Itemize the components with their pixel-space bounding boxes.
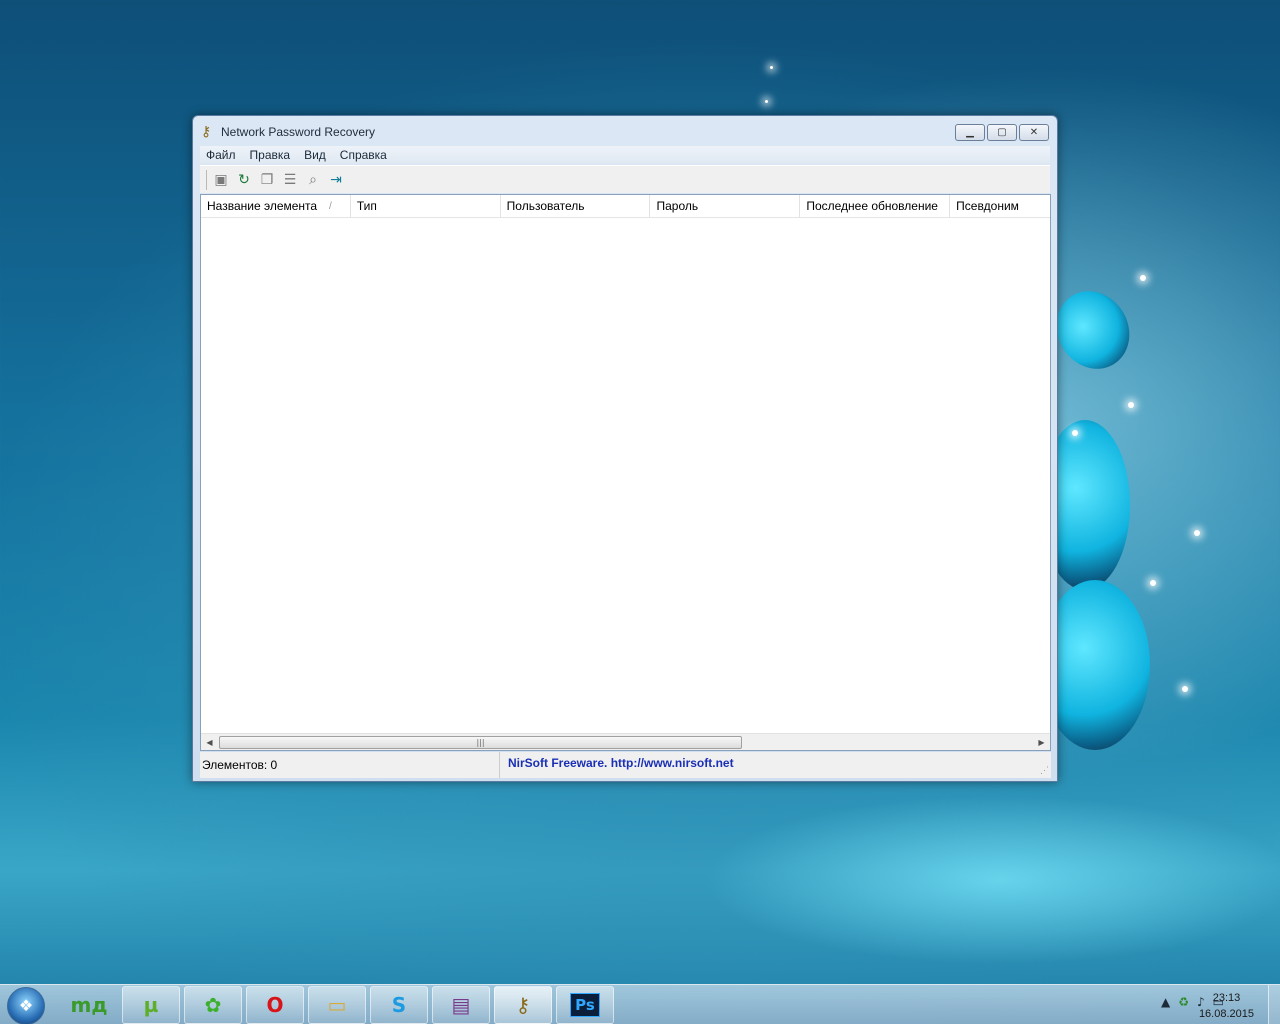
taskbar: ❖ mд µ ✿ O ▭ S ▤ ⚷ Ps ▲ ♻ ♪ ▭ 23:13 16.0… xyxy=(0,984,1280,1024)
maximize-button[interactable]: ▢ xyxy=(987,124,1017,141)
icq-flower-icon: ✿ xyxy=(204,993,222,1017)
menu-file[interactable]: Файл xyxy=(206,148,236,162)
show-desktop-button[interactable] xyxy=(1268,985,1280,1024)
network-icon[interactable]: ♻ xyxy=(1178,995,1189,1009)
sparkle-decoration xyxy=(765,100,768,103)
maximize-icon: ▢ xyxy=(997,127,1007,138)
minimize-button[interactable]: ▁ xyxy=(955,124,985,141)
clock[interactable]: 23:13 16.08.2015 xyxy=(1199,990,1254,1022)
password-list[interactable]: Название элемента / Тип Пользователь Пар… xyxy=(200,194,1051,751)
copy-icon[interactable]: ❐ xyxy=(257,170,277,190)
scroll-right-icon[interactable]: ▶ xyxy=(1033,734,1050,751)
taskbar-app-explorer[interactable]: ▭ xyxy=(308,986,366,1024)
menu-edit[interactable]: Правка xyxy=(250,148,291,162)
find-icon[interactable]: ⌕ xyxy=(303,170,323,190)
mydi-icon: mд xyxy=(70,993,108,1017)
menu-bar: Файл Правка Вид Справка xyxy=(200,146,1050,164)
folder-icon: ▭ xyxy=(327,993,347,1017)
taskbar-app-utorrent[interactable]: µ xyxy=(122,986,180,1024)
scroll-left-icon[interactable]: ◀ xyxy=(201,734,218,751)
resize-grip-icon[interactable]: ⋰ xyxy=(1040,765,1049,776)
sparkle-decoration xyxy=(1194,530,1200,536)
sparkle-decoration xyxy=(770,66,773,69)
column-header-user[interactable]: Пользователь xyxy=(501,195,651,218)
refresh-icon[interactable]: ↻ xyxy=(234,170,254,190)
menu-help[interactable]: Справка xyxy=(340,148,387,162)
taskbar-app-winrar[interactable]: ▤ xyxy=(432,986,490,1024)
keys-icon: ⚷ xyxy=(201,124,212,140)
title-bar[interactable]: ⚷ Network Password Recovery ▁ ▢ ✕ xyxy=(193,116,1057,146)
toolbar: ▣ ↻ ❐ ☰ ⌕ ⇥ xyxy=(200,165,1050,193)
scroll-thumb[interactable]: ||| xyxy=(219,736,742,749)
taskbar-app-mydi[interactable]: mд xyxy=(60,986,118,1024)
windows-logo-icon: ❖ xyxy=(18,996,34,1015)
horizontal-scrollbar[interactable]: ◀ ||| ▶ xyxy=(201,733,1050,750)
taskbar-app-skype[interactable]: S xyxy=(370,986,428,1024)
close-button[interactable]: ✕ xyxy=(1019,124,1049,141)
item-count: Элементов: 0 xyxy=(200,752,500,778)
column-header-last-update[interactable]: Последнее обновление xyxy=(800,195,951,218)
taskbar-app-network-password-recovery[interactable]: ⚷ xyxy=(494,986,552,1024)
sparkle-decoration xyxy=(1072,430,1078,436)
sort-indicator-icon: / xyxy=(329,201,332,212)
column-header-label: Название элемента xyxy=(207,199,318,213)
utorrent-icon: µ xyxy=(143,993,159,1017)
column-header-password[interactable]: Пароль xyxy=(650,195,801,218)
taskbar-app-opera[interactable]: O xyxy=(246,986,304,1024)
status-bar: Элементов: 0 NirSoft Freeware. http://ww… xyxy=(200,752,1051,778)
sparkle-decoration xyxy=(1182,686,1188,692)
caption-buttons: ▁ ▢ ✕ xyxy=(955,124,1049,141)
taskbar-app-photoshop[interactable]: Ps xyxy=(556,986,614,1024)
close-icon: ✕ xyxy=(1029,127,1039,138)
winrar-icon: ▤ xyxy=(451,993,471,1017)
nirsoft-link[interactable]: NirSoft Freeware. http://www.nirsoft.net xyxy=(500,756,734,770)
photoshop-icon: Ps xyxy=(570,993,600,1017)
minimize-icon: ▁ xyxy=(966,127,974,138)
sparkle-decoration xyxy=(1150,580,1156,586)
list-header: Название элемента / Тип Пользователь Пар… xyxy=(201,195,1050,218)
start-button[interactable]: ❖ xyxy=(7,987,45,1024)
window-title: Network Password Recovery xyxy=(221,125,376,139)
menu-view[interactable]: Вид xyxy=(304,148,326,162)
app-window: ⚷ Network Password Recovery ▁ ▢ ✕ Файл П… xyxy=(192,115,1058,782)
opera-icon: O xyxy=(266,993,284,1017)
clock-date: 16.08.2015 xyxy=(1198,1008,1254,1020)
properties-icon[interactable]: ☰ xyxy=(280,170,300,190)
toolbar-separator xyxy=(206,169,207,190)
save-icon[interactable]: ▣ xyxy=(211,170,231,190)
sparkle-decoration xyxy=(1128,402,1134,408)
show-hidden-icon[interactable]: ▲ xyxy=(1161,995,1170,1009)
taskbar-app-icq[interactable]: ✿ xyxy=(184,986,242,1024)
column-header-item-name[interactable]: Название элемента / xyxy=(201,195,351,218)
column-header-alias[interactable]: Псевдоним xyxy=(950,195,1050,218)
exit-icon[interactable]: ⇥ xyxy=(326,170,346,190)
skype-icon: S xyxy=(391,993,407,1017)
sparkle-decoration xyxy=(1140,275,1146,281)
keys-icon: ⚷ xyxy=(515,993,531,1017)
column-header-type[interactable]: Тип xyxy=(351,195,501,218)
clock-time: 23:13 xyxy=(1212,992,1241,1004)
